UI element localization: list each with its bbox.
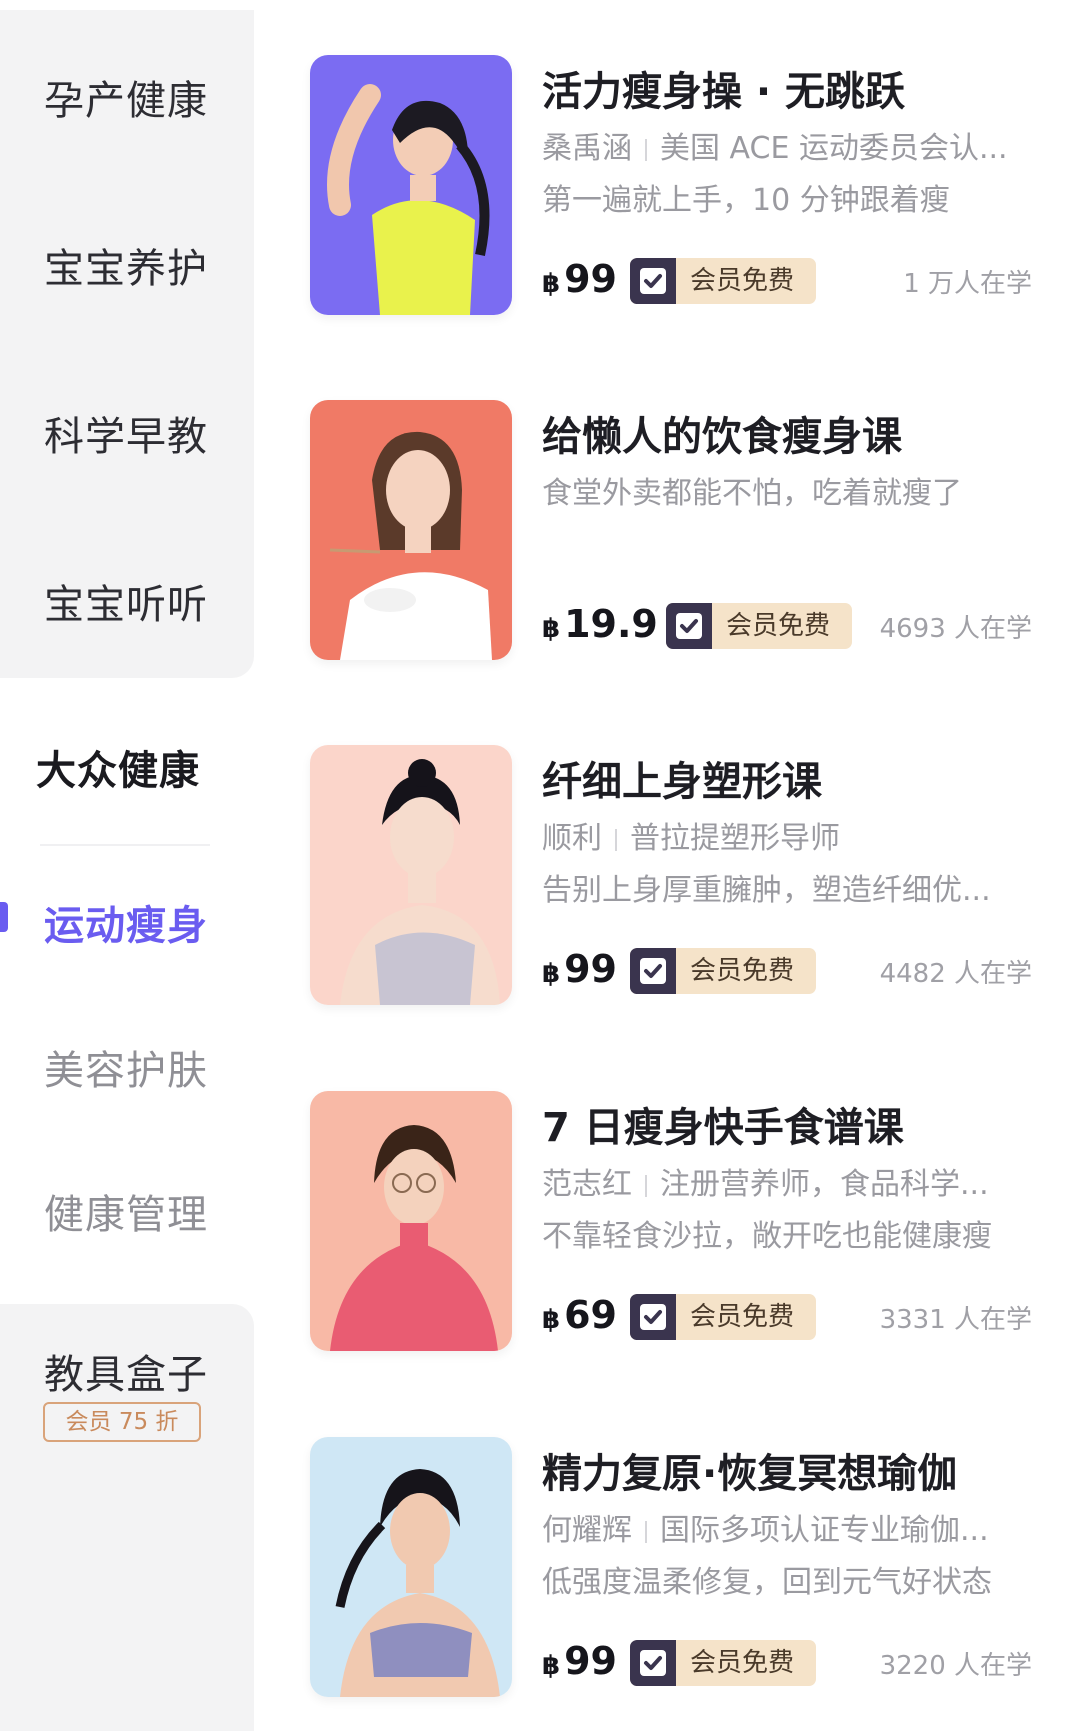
course-price: ฿ 19.9	[542, 602, 658, 646]
course-description: 不靠轻食沙拉，敞开吃也能健康瘦	[542, 1219, 992, 1254]
check-icon	[630, 258, 676, 304]
sidebar-item-toolbox[interactable]: 教具盒子	[44, 1342, 208, 1400]
course-thumbnail	[310, 1091, 512, 1351]
member-free-label: 会员免费	[690, 1648, 795, 1678]
course-instructor: 范志红 注册营养师，食品科学...	[542, 1159, 1012, 1203]
course-meta: ฿ 99 会员免费 1 万人在学	[542, 255, 1032, 305]
member-free-badge[interactable]: 会员免费	[630, 1294, 816, 1340]
member-discount-badge: 会员 75 折	[43, 1402, 201, 1442]
instructor-name: 范志红	[542, 1167, 632, 1202]
price-value: 99	[564, 1639, 617, 1683]
currency-icon: ฿	[542, 614, 561, 644]
course-description: 告别上身厚重臃肿，塑造纤细优...	[542, 873, 991, 908]
currency-icon: ฿	[542, 1651, 561, 1681]
instructor-photo	[310, 745, 512, 1005]
currency-icon: ฿	[542, 1305, 561, 1335]
learner-count: 4482 人在学	[879, 959, 1032, 989]
currency-icon: ฿	[542, 959, 561, 989]
course-price: ฿ 69	[542, 1293, 617, 1337]
course-card-5[interactable]: 精力复原·恢复冥想瑜伽 何耀辉 国际多项认证专业瑜伽... 低强度温柔修复，回到元…	[310, 1437, 1032, 1699]
member-free-label: 会员免费	[690, 956, 795, 986]
member-free-label: 会员免费	[690, 1302, 795, 1332]
course-title: 活力瘦身操 · 无跳跃	[542, 69, 906, 115]
learner-count: 3220 人在学	[879, 1651, 1032, 1681]
sidebar-divider	[40, 844, 210, 846]
member-free-badge[interactable]: 会员免费	[630, 1640, 816, 1686]
instructor-title: 普拉提塑形导师	[630, 821, 840, 856]
course-instructor: 桑禹涵 美国 ACE 运动委员会认...	[542, 123, 1012, 167]
course-meta: ฿ 99 会员免费 4482 人在学	[542, 945, 1032, 995]
check-icon	[630, 948, 676, 994]
separator	[645, 1174, 647, 1197]
price-value: 99	[564, 947, 617, 991]
course-meta: ฿ 19.9 会员免费 4693 人在学	[542, 600, 1032, 650]
course-title: 给懒人的饮食瘦身课	[542, 414, 902, 460]
course-instructor: 何耀辉 国际多项认证专业瑜伽...	[542, 1505, 1012, 1549]
course-card-4[interactable]: 7 日瘦身快手食谱课 范志红 注册营养师，食品科学... 不靠轻食沙拉，敞开吃也能…	[310, 1091, 1032, 1353]
active-indicator	[0, 902, 8, 932]
sidebar-section-public-health[interactable]: 大众健康	[36, 738, 200, 796]
course-meta: ฿ 69 会员免费 3331 人在学	[542, 1291, 1032, 1341]
sidebar-item-beauty-skincare[interactable]: 美容护肤	[44, 1038, 208, 1096]
course-title: 7 日瘦身快手食谱课	[542, 1105, 904, 1151]
member-free-label: 会员免费	[690, 266, 795, 296]
course-instructor: 顺利 普拉提塑形导师	[542, 813, 1012, 857]
course-title: 精力复原·恢复冥想瑜伽	[542, 1451, 958, 1497]
instructor-name: 桑禹涵	[542, 131, 632, 166]
instructor-title: 国际多项认证专业瑜伽...	[660, 1513, 989, 1548]
separator	[645, 138, 647, 161]
member-free-label: 会员免费	[726, 611, 831, 641]
sidebar-item-early-education[interactable]: 科学早教	[44, 404, 208, 462]
learner-count: 3331 人在学	[879, 1305, 1032, 1335]
check-icon	[630, 1294, 676, 1340]
price-value: 99	[564, 257, 617, 301]
sidebar-item-health-management[interactable]: 健康管理	[44, 1182, 208, 1240]
price-value: 19.9	[564, 602, 658, 646]
course-card-1[interactable]: 活力瘦身操 · 无跳跃 桑禹涵 美国 ACE 运动委员会认... 第一遍就上手，1…	[310, 55, 1032, 317]
course-price: ฿ 99	[542, 257, 617, 301]
check-icon	[666, 603, 712, 649]
page: 孕产健康 宝宝养护 科学早教 宝宝听听 大众健康 运动瘦身 美容护肤 健康管理 …	[0, 0, 1080, 1731]
check-icon	[630, 1640, 676, 1686]
instructor-title: 注册营养师，食品科学...	[660, 1167, 989, 1202]
course-card-2[interactable]: 给懒人的饮食瘦身课 食堂外卖都能不怕，吃着就瘦了 ฿ 19.9 会员免费 4693…	[310, 400, 1032, 662]
learner-count: 1 万人在学	[903, 269, 1032, 299]
course-thumbnail	[310, 400, 512, 660]
learner-count: 4693 人在学	[879, 614, 1032, 644]
member-free-badge[interactable]: 会员免费	[630, 948, 816, 994]
course-description: 食堂外卖都能不怕，吃着就瘦了	[542, 476, 962, 511]
currency-icon: ฿	[542, 269, 561, 299]
course-price: ฿ 99	[542, 947, 617, 991]
course-meta: ฿ 99 会员免费 3220 人在学	[542, 1637, 1032, 1687]
course-title: 纤细上身塑形课	[542, 759, 822, 805]
instructor-photo	[310, 1437, 512, 1697]
instructor-photo	[310, 1091, 512, 1351]
course-card-3[interactable]: 纤细上身塑形课 顺利 普拉提塑形导师 告别上身厚重臃肿，塑造纤细优... ฿ 99 …	[310, 745, 1032, 1007]
course-description: 第一遍就上手，10 分钟跟着瘦	[542, 183, 950, 218]
sidebar-item-baby-care[interactable]: 宝宝养护	[44, 236, 208, 294]
separator	[615, 828, 617, 851]
sidebar-item-fitness-slimming[interactable]: 运动瘦身	[44, 893, 208, 951]
course-thumbnail	[310, 1437, 512, 1697]
sidebar-item-baby-listen[interactable]: 宝宝听听	[44, 572, 208, 630]
instructor-name: 何耀辉	[542, 1513, 632, 1548]
instructor-photo	[310, 55, 512, 315]
separator	[645, 1520, 647, 1543]
course-thumbnail	[310, 55, 512, 315]
course-price: ฿ 99	[542, 1639, 617, 1683]
course-description: 低强度温柔修复，回到元气好状态	[542, 1565, 992, 1600]
category-sidebar: 孕产健康 宝宝养护 科学早教 宝宝听听 大众健康 运动瘦身 美容护肤 健康管理 …	[0, 0, 254, 1731]
sidebar-item-pregnancy-health[interactable]: 孕产健康	[44, 68, 208, 126]
price-value: 69	[564, 1293, 617, 1337]
instructor-title: 美国 ACE 运动委员会认...	[660, 131, 1008, 166]
course-thumbnail	[310, 745, 512, 1005]
member-free-badge[interactable]: 会员免费	[630, 258, 816, 304]
member-free-badge[interactable]: 会员免费	[666, 603, 852, 649]
instructor-name: 顺利	[542, 821, 602, 856]
instructor-photo	[310, 400, 512, 660]
